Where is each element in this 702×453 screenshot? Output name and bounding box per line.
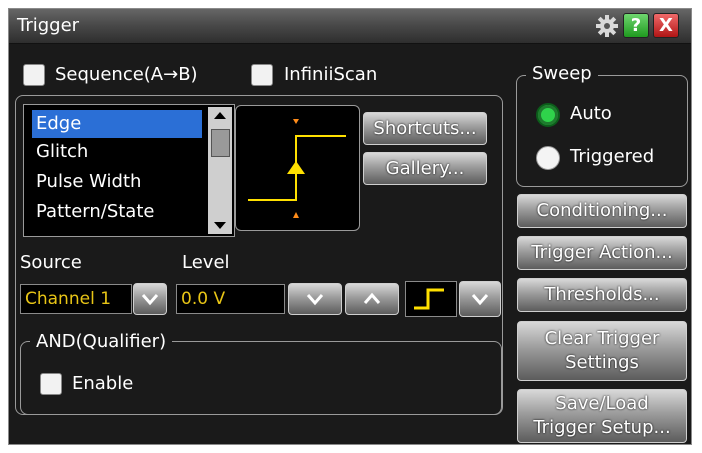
level-down-button[interactable] — [288, 283, 342, 315]
thresholds-button[interactable]: Thresholds... — [517, 278, 687, 312]
trigger-type-list[interactable]: Edge Glitch Pulse Width Pattern/State — [23, 104, 235, 237]
level-label: Level — [182, 252, 230, 273]
help-icon: ? — [630, 15, 642, 36]
sweep-auto-label: Auto — [570, 103, 612, 124]
scroll-thumb[interactable] — [211, 129, 230, 157]
level-up-button[interactable] — [345, 283, 399, 315]
shortcuts-button[interactable]: Shortcuts... — [363, 112, 487, 145]
settings-button[interactable] — [594, 13, 620, 38]
source-select[interactable]: Channel 1 — [20, 284, 132, 314]
trigger-dialog: Trigger ? X Sequence(A→B) InfiniiScan Ed… — [8, 8, 692, 445]
gear-icon — [596, 14, 618, 37]
slope-select[interactable] — [405, 281, 457, 317]
chevron-down-icon — [141, 294, 159, 306]
sequence-label: Sequence(A→B) — [55, 64, 198, 85]
sequence-checkbox[interactable] — [23, 64, 45, 86]
list-item[interactable]: Pulse Width — [32, 168, 202, 196]
scroll-down-icon — [214, 222, 226, 229]
sweep-title: Sweep — [526, 63, 598, 84]
clear-trigger-settings-button[interactable]: Clear Trigger Settings — [517, 321, 687, 381]
scroll-up-icon — [214, 112, 226, 119]
source-dropdown-button[interactable] — [133, 283, 167, 315]
list-scrollbar[interactable] — [208, 107, 232, 234]
list-item[interactable]: Edge — [32, 110, 202, 138]
chevron-up-icon — [363, 292, 381, 304]
enable-checkbox[interactable] — [40, 373, 62, 395]
help-button[interactable]: ? — [623, 13, 649, 38]
sweep-triggered-radio[interactable] — [536, 146, 560, 170]
title-bar: Trigger ? X — [9, 9, 691, 44]
conditioning-button[interactable]: Conditioning... — [517, 194, 687, 228]
trigger-action-button[interactable]: Trigger Action... — [517, 236, 687, 270]
enable-label: Enable — [72, 373, 134, 394]
rising-edge-icon — [248, 119, 346, 218]
slope-dropdown-button[interactable] — [459, 281, 501, 317]
window-title: Trigger — [17, 15, 80, 36]
chevron-down-icon — [471, 294, 489, 306]
list-item[interactable]: Pattern/State — [32, 198, 202, 226]
gallery-button[interactable]: Gallery... — [363, 152, 487, 185]
source-label: Source — [20, 252, 82, 273]
save-load-trigger-setup-button[interactable]: Save/Load Trigger Setup... — [517, 389, 687, 443]
sweep-group — [516, 75, 688, 187]
edge-preview — [235, 105, 360, 231]
close-button[interactable]: X — [653, 13, 679, 38]
rising-edge-icon — [414, 288, 444, 310]
sweep-triggered-label: Triggered — [570, 146, 655, 167]
chevron-down-icon — [306, 294, 324, 306]
sweep-auto-radio[interactable] — [536, 103, 560, 127]
close-icon: X — [659, 15, 673, 36]
infiniiscan-checkbox[interactable] — [251, 64, 273, 86]
level-input[interactable]: 0.0 V — [176, 284, 285, 314]
infiniiscan-label: InfiniiScan — [284, 64, 378, 85]
list-item[interactable]: Glitch — [32, 138, 202, 166]
qualifier-title: AND(Qualifier) — [30, 331, 173, 352]
